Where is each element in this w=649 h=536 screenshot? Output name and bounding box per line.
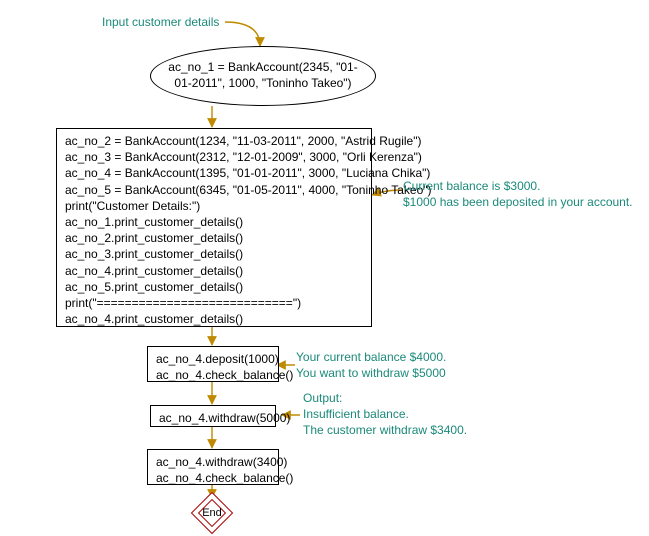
- node-bankaccount-1: ac_no_1 = BankAccount(2345, "01-01-2011"…: [150, 46, 376, 106]
- note-balance-withdraw-ask: Your current balance $4000. You want to …: [296, 349, 446, 381]
- node-bankaccount-1-text: ac_no_1 = BankAccount(2345, "01-01-2011"…: [163, 60, 363, 91]
- node-withdraw-5000: ac_no_4.withdraw(5000): [150, 405, 276, 427]
- node-customer-details-block: ac_no_2 = BankAccount(1234, "11-03-2011"…: [56, 128, 372, 327]
- note-current-balance-deposit: Current balance is $3000. $1000 has been…: [403, 178, 633, 210]
- node-deposit: ac_no_4.deposit(1000) ac_no_4.check_bala…: [147, 346, 279, 382]
- note-output-insufficient: Output: Insufficient balance. The custom…: [303, 390, 467, 439]
- node-withdraw-3400: ac_no_4.withdraw(3400) ac_no_4.check_bal…: [147, 449, 279, 485]
- flowchart-canvas: Input customer details ac_no_1 = BankAcc…: [0, 0, 649, 536]
- note-input-customer-details: Input customer details: [102, 14, 219, 30]
- node-end-label: End: [197, 507, 227, 519]
